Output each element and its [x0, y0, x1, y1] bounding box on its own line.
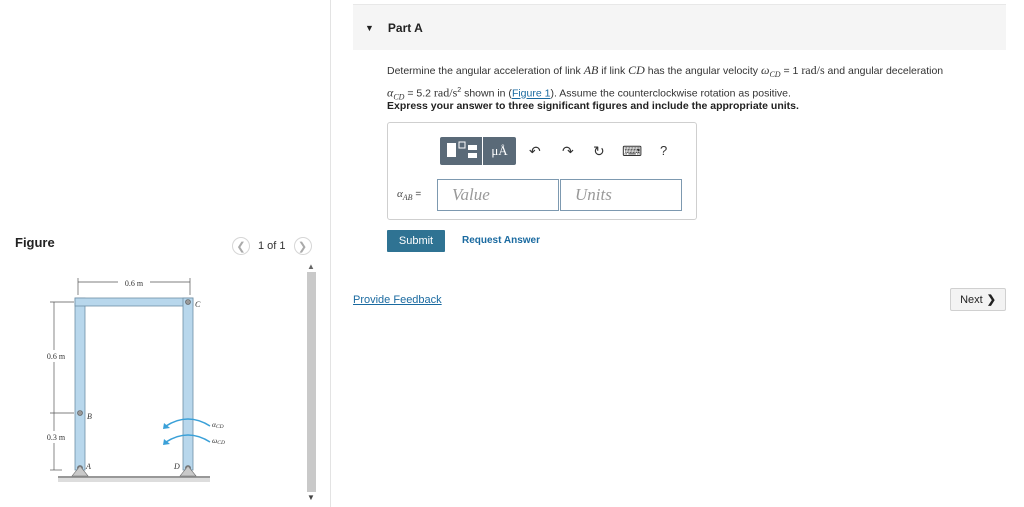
- scroll-down-icon[interactable]: ▼: [307, 493, 315, 502]
- templates-button[interactable]: [440, 137, 482, 165]
- scrollbar-thumb[interactable]: [307, 272, 316, 492]
- figure-scrollbar[interactable]: ▲ ▼: [305, 262, 317, 504]
- link-bc: [74, 297, 194, 307]
- scroll-up-icon[interactable]: ▲: [307, 262, 315, 271]
- units-input[interactable]: Units: [560, 179, 682, 211]
- link-ab: [74, 297, 86, 471]
- dim-left-upper-label: 0.6 m: [47, 352, 66, 361]
- omega-cd-label: ωCD: [212, 436, 225, 446]
- point-a-label: A: [85, 462, 91, 471]
- point-c-label: C: [195, 300, 201, 309]
- prev-figure-button[interactable]: ❮: [232, 237, 250, 255]
- redo-icon[interactable]: ↷: [562, 143, 574, 160]
- panel-divider: [330, 0, 331, 507]
- figure-pager: ❮ 1 of 1 ❯: [232, 236, 312, 256]
- dim-top-label: 0.6 m: [125, 279, 144, 288]
- value-input[interactable]: Value: [437, 179, 559, 211]
- next-label: Next: [960, 293, 983, 306]
- provide-feedback-link[interactable]: Provide Feedback: [353, 294, 442, 306]
- chevron-right-icon: ❯: [986, 294, 996, 306]
- part-a-header[interactable]: ▼ Part A: [353, 4, 1006, 50]
- templates-icon: [447, 141, 477, 158]
- alpha-cd-label: αCD: [212, 420, 224, 430]
- caret-down-icon: ▼: [365, 22, 374, 33]
- request-answer-link[interactable]: Request Answer: [462, 235, 540, 246]
- keyboard-icon[interactable]: ⌨: [622, 143, 642, 160]
- next-button[interactable]: Next ❯: [950, 288, 1006, 311]
- link-cd: [182, 297, 194, 471]
- answer-instruction: Express your answer to three significant…: [387, 100, 799, 112]
- submit-button[interactable]: Submit: [387, 230, 445, 252]
- figure-1-link[interactable]: Figure 1: [512, 88, 551, 100]
- units-symbol-button[interactable]: μÅ: [483, 137, 516, 165]
- chevron-left-icon: ❮: [236, 240, 246, 253]
- point-b-label: B: [87, 412, 92, 421]
- answer-label: αAB =: [397, 188, 422, 202]
- pager-count: 1 of 1: [258, 240, 286, 252]
- reset-icon[interactable]: ↻: [593, 143, 605, 160]
- part-title: Part A: [387, 20, 423, 35]
- chevron-right-icon: ❯: [297, 240, 308, 253]
- next-figure-button[interactable]: ❯: [293, 237, 312, 255]
- dim-left-lower-label: 0.3 m: [47, 433, 66, 442]
- mechanism-diagram: 0.6 m 0.6 m 0.3 m B C A D αCD ωCD: [42, 277, 225, 482]
- undo-icon[interactable]: ↶: [529, 143, 541, 160]
- figure-title: Figure: [15, 235, 55, 250]
- point-d-label: D: [173, 462, 180, 471]
- help-icon[interactable]: ?: [660, 143, 667, 158]
